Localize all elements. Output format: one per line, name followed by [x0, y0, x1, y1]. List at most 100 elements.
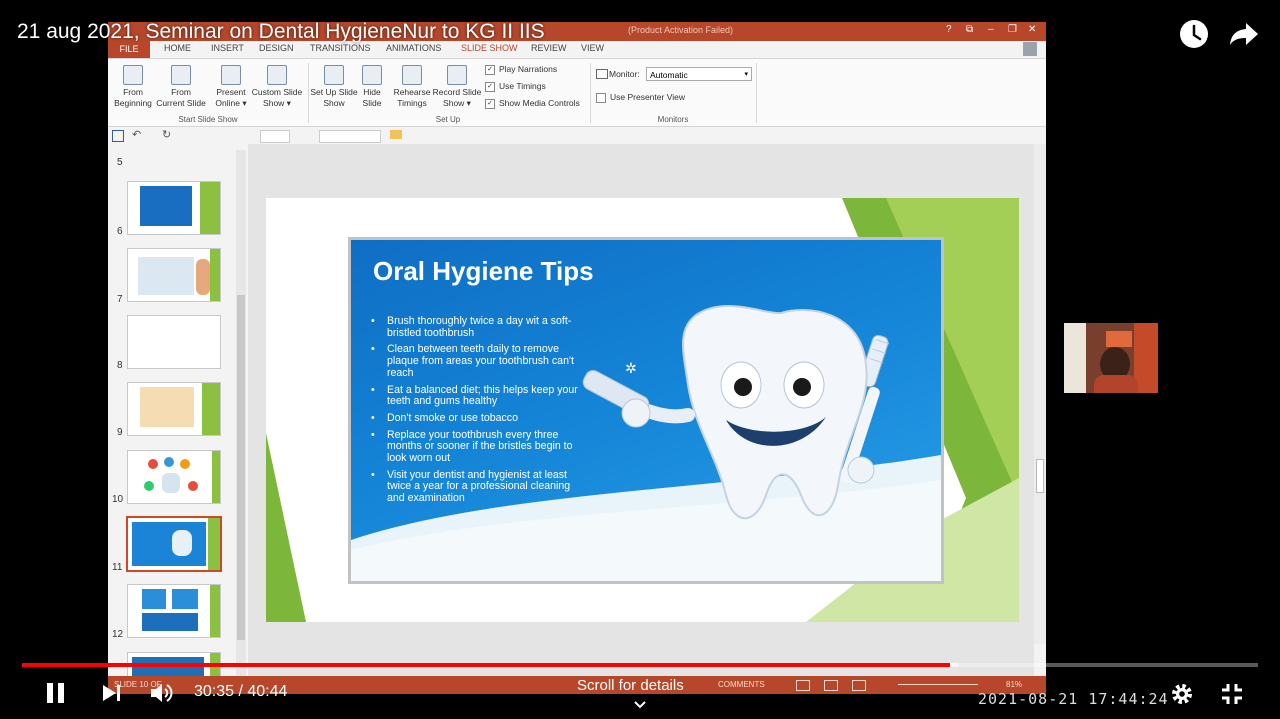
tab-review[interactable]: REVIEW — [531, 43, 567, 53]
show-media-controls-checkbox[interactable]: ✓ Show Media Controls — [485, 98, 580, 109]
thumbnail-figure — [196, 259, 210, 295]
thumbnail-accent — [202, 383, 220, 435]
set-up-group-label: Set Up — [435, 115, 461, 124]
slide-thumbnail-11[interactable] — [127, 584, 221, 638]
share-icon[interactable] — [1229, 21, 1259, 47]
ribbon-display-icon[interactable]: ⧉ — [966, 24, 973, 35]
thumbnail-graphic — [132, 522, 206, 566]
rehearse-timings-button[interactable]: Rehearse Timings — [390, 65, 434, 109]
ribbon-separator — [308, 63, 309, 123]
slide-thumbnail-10[interactable] — [126, 516, 222, 572]
next-icon[interactable] — [101, 683, 123, 703]
record-icon — [447, 65, 467, 85]
chevron-down-icon: ▾ — [744, 71, 748, 78]
volume-icon[interactable] — [149, 681, 175, 705]
thumbnail-tooth — [172, 530, 192, 556]
slide-title: Oral Hygiene Tips — [373, 256, 594, 286]
ribbon: From Beginning From Current Slide Presen… — [108, 59, 1046, 127]
open-folder-icon[interactable] — [390, 130, 402, 139]
thumbnail-accent — [210, 585, 220, 637]
tip-item: Brush thoroughly twice a day wit a soft-… — [369, 315, 589, 339]
font-size-field[interactable] — [260, 130, 290, 143]
scrollbar-thumb[interactable] — [1036, 459, 1044, 493]
thumbnail-dot — [188, 481, 198, 491]
tab-animations[interactable]: ANIMATIONS — [386, 43, 441, 53]
thumbnail-accent — [200, 182, 220, 234]
webcam-wall — [1064, 323, 1086, 393]
thumbnail-graphic — [172, 589, 198, 609]
progress-buffered — [950, 663, 958, 667]
hide-slide-button[interactable]: Hide Slide — [358, 65, 386, 109]
editor-scrollbar[interactable] — [1034, 144, 1046, 644]
monitor-select[interactable]: Automatic ▾ — [646, 67, 752, 81]
slide-thumbnail-8[interactable] — [127, 382, 221, 436]
tip-item: Replace your toothbrush every three mont… — [369, 429, 589, 465]
slide-thumbnail-7[interactable] — [127, 315, 221, 369]
thumbnail-number: 7 — [117, 294, 123, 305]
tab-slide-show[interactable]: SLIDE SHOW — [461, 43, 518, 53]
webcam-person-body — [1094, 375, 1138, 393]
ribbon-separator — [590, 63, 591, 123]
present-online-button[interactable]: Present Online ▾ — [212, 65, 250, 109]
thumbnail-graphic — [140, 186, 192, 226]
thumbnail-dot — [144, 481, 154, 491]
comments-button[interactable]: COMMENTS — [718, 680, 765, 689]
slide-sorter-icon[interactable] — [824, 680, 838, 691]
zoom-slider[interactable] — [898, 684, 978, 685]
record-slide-show-button[interactable]: Record Slide Show ▾ — [432, 65, 482, 109]
checkbox-unchecked-icon — [596, 92, 606, 103]
set-up-slide-show-button[interactable]: Set Up Slide Show — [310, 65, 358, 109]
reading-view-icon[interactable] — [852, 680, 866, 691]
zoom-level[interactable]: 81% — [1006, 680, 1022, 689]
thumbnail-graphic — [140, 387, 194, 427]
from-beginning-button[interactable]: From Beginning — [112, 65, 154, 109]
use-presenter-view-checkbox[interactable]: Use Presenter View — [596, 92, 685, 103]
thumbnail-dot — [148, 459, 158, 469]
thumbnail-number: 10 — [112, 494, 124, 505]
close-icon[interactable]: ✕ — [1028, 24, 1036, 35]
pause-icon[interactable] — [44, 681, 68, 705]
checkbox-checked-icon: ✓ — [485, 64, 495, 75]
hide-slide-icon — [362, 65, 382, 85]
custom-slide-show-button[interactable]: Custom Slide Show ▾ — [250, 65, 304, 109]
use-timings-checkbox[interactable]: ✓ Use Timings — [485, 81, 546, 92]
slide-thumbnail-5[interactable] — [127, 181, 221, 235]
play-narrations-checkbox[interactable]: ✓ Play Narrations — [485, 64, 557, 75]
recording-timestamp: 2021-08-21 17:44:24 — [978, 690, 1169, 708]
from-current-slide-button[interactable]: From Current Slide — [156, 65, 206, 109]
save-icon[interactable] — [112, 130, 124, 142]
tab-transitions[interactable]: TRANSITIONS — [310, 43, 371, 53]
video-title[interactable]: 21 aug 2021, Seminar on Dental HygieneNu… — [17, 20, 545, 44]
minimize-icon[interactable]: – — [988, 24, 994, 35]
account-avatar[interactable] — [1023, 42, 1037, 56]
tab-design[interactable]: DESIGN — [259, 43, 294, 53]
activation-status: (Product Activation Failed) — [628, 25, 734, 35]
tab-insert[interactable]: INSERT — [211, 43, 244, 53]
scroll-for-details-hint[interactable]: Scroll for details — [577, 677, 684, 694]
custom-show-icon — [267, 65, 287, 85]
tab-view[interactable]: VIEW — [581, 43, 604, 53]
scrollbar-thumb[interactable] — [237, 295, 245, 640]
clock-icon[interactable] — [1179, 19, 1209, 49]
tip-item: Visit your dentist and hygienist at leas… — [369, 469, 589, 505]
redo-icon[interactable]: ↻ — [162, 128, 171, 141]
progress-played[interactable] — [22, 663, 950, 667]
tip-item: Clean between teeth daily to remove plaq… — [369, 344, 589, 379]
normal-view-icon[interactable] — [796, 680, 810, 691]
restore-icon[interactable]: ❐ — [1008, 24, 1017, 35]
ribbon-separator — [756, 63, 757, 123]
exit-fullscreen-icon[interactable] — [1220, 682, 1244, 706]
slideshow-icon — [123, 65, 143, 85]
thumbnails-scrollbar[interactable] — [236, 150, 246, 680]
thumbnail-accent — [210, 249, 220, 301]
slide-thumbnail-9[interactable] — [127, 450, 221, 504]
help-icon[interactable]: ? — [946, 24, 952, 35]
chevron-down-icon[interactable] — [633, 700, 647, 710]
undo-icon[interactable]: ↶ — [132, 128, 141, 141]
font-field[interactable] — [319, 130, 381, 143]
gear-icon[interactable] — [1170, 682, 1194, 706]
slide-thumbnail-6[interactable] — [127, 248, 221, 302]
thumbnail-number: 5 — [117, 157, 123, 168]
tab-home[interactable]: HOME — [164, 43, 191, 53]
checkbox-checked-icon: ✓ — [485, 98, 495, 109]
